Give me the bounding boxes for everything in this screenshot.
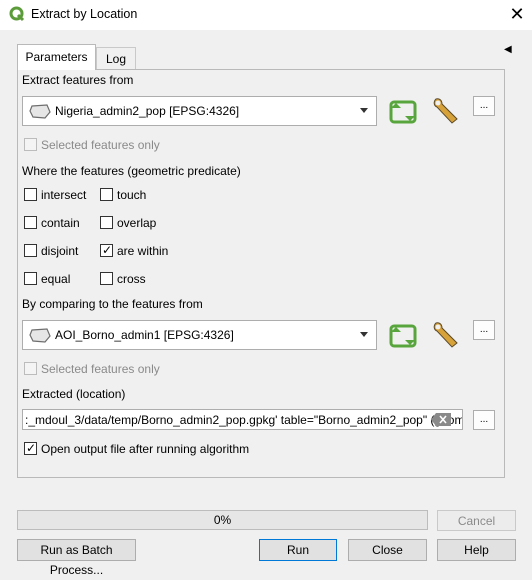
extract-from-label: Extract features from [22,73,134,87]
checkbox-contain-label: contain [41,216,80,230]
checkbox-overlap-label: overlap [117,216,157,230]
checkbox-intersect[interactable] [24,188,37,201]
predicate-label: Where the features (geometric predicate) [22,164,241,178]
checkbox-overlap[interactable] [100,216,113,229]
close-button[interactable]: Close [348,539,427,561]
progress-bar: 0% [17,510,428,530]
checkbox-equal[interactable] [24,272,37,285]
progress-text: 0% [213,513,232,527]
polygon-layer-icon [29,104,51,119]
checkbox-are-within-label: are within [117,244,169,258]
checkbox-touch[interactable] [100,188,113,201]
chevron-down-icon [360,108,368,113]
compare-from-label: By comparing to the features from [22,297,203,311]
chevron-down-icon [360,332,368,337]
checkbox-cross[interactable] [100,272,113,285]
open-output-checkbox[interactable]: ✓ [24,441,37,455]
checkbox-are-within[interactable]: ✓ [100,243,113,257]
open-output-label: Open output file after running algorithm [41,442,250,456]
tab-parameters[interactable]: Parameters [17,44,96,70]
compare-selected-only-label: Selected features only [41,362,160,376]
checkbox-contain[interactable] [24,216,37,229]
compare-selected-only-checkbox [24,362,37,375]
checkbox-equal-label: equal [41,272,71,286]
batch-process-button[interactable]: Run as Batch Process... [17,539,136,577]
cancel-button[interactable]: Cancel [437,510,516,531]
extract-selected-only-label: Selected features only [41,138,160,152]
extract-options-button[interactable]: ... [473,96,495,116]
output-label: Extracted (location) [22,387,126,401]
help-button[interactable]: Help [437,539,516,561]
checkbox-disjoint[interactable] [24,244,37,257]
checkbox-touch-label: touch [117,188,147,202]
compare-options-button[interactable]: ... [473,320,495,340]
run-button[interactable]: Run [259,539,337,561]
window-title: Extract by Location [31,7,138,21]
output-path-field[interactable]: :_mdoul_3/data/temp/Borno_admin2_pop.gpk… [22,409,463,430]
clear-field-icon[interactable] [431,413,451,426]
compare-layer-combo[interactable]: AOI_Borno_admin1 [EPSG:4326] [22,320,377,350]
close-window-button[interactable]: ✕ [505,3,529,25]
checkmark-icon: ✓ [102,243,113,257]
output-options-button[interactable]: ... [473,410,495,430]
iterate-icon[interactable] [387,320,419,352]
extract-selected-only-checkbox [24,138,37,151]
checkmark-icon: ✓ [26,441,37,455]
extract-layer-value: Nigeria_admin2_pop [EPSG:4326] [55,104,240,118]
checkbox-cross-label: cross [117,272,146,286]
output-path-value: :_mdoul_3/data/temp/Borno_admin2_pop.gpk… [25,413,463,427]
tab-log[interactable]: Log [96,47,136,69]
compare-layer-value: AOI_Borno_admin1 [EPSG:4326] [55,328,234,342]
qgis-logo-icon [9,6,25,22]
wrench-icon[interactable] [430,95,462,127]
polygon-layer-icon [29,328,51,343]
collapse-arrow-icon[interactable]: ◀ [504,44,512,55]
checkbox-disjoint-label: disjoint [41,244,79,258]
checkbox-intersect-label: intersect [41,188,87,202]
iterate-icon[interactable] [387,96,419,128]
extract-layer-combo[interactable]: Nigeria_admin2_pop [EPSG:4326] [22,96,377,126]
wrench-icon[interactable] [430,319,462,351]
